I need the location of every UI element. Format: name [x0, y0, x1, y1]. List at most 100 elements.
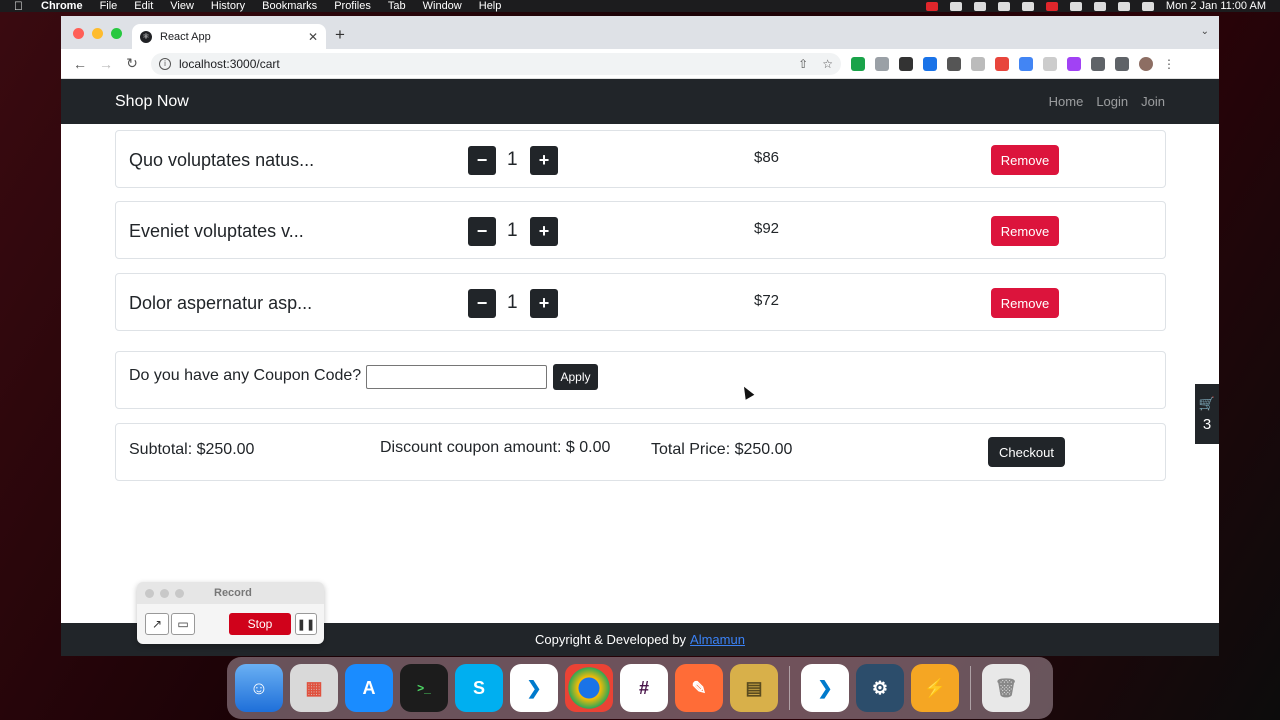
pause-icon[interactable]: ❚❚: [295, 613, 317, 635]
record-close-icon[interactable]: [145, 588, 154, 598]
fullscreen-window-icon[interactable]: [111, 28, 122, 39]
apply-coupon-button[interactable]: Apply: [553, 364, 598, 390]
vscode-icon[interactable]: ❯: [510, 664, 558, 712]
nav-link-login[interactable]: Login: [1096, 94, 1128, 109]
url-text[interactable]: localhost:3000/cart: [179, 57, 280, 71]
record-titlebar[interactable]: Record: [137, 582, 324, 604]
increase-quantity-button[interactable]: +: [530, 146, 558, 175]
remove-button[interactable]: Remove: [991, 145, 1059, 175]
menu-file[interactable]: File: [100, 0, 118, 12]
extension-f-icon[interactable]: [1019, 56, 1033, 71]
close-window-icon[interactable]: [73, 28, 84, 39]
skype-icon[interactable]: S: [455, 664, 503, 712]
archive-utility-icon[interactable]: ▤: [730, 664, 778, 712]
decrease-quantity-button[interactable]: −: [468, 217, 496, 246]
stop-recording-button[interactable]: Stop: [229, 613, 291, 635]
forward-icon[interactable]: →: [93, 56, 119, 72]
postman-icon[interactable]: ✎: [675, 664, 723, 712]
chrome-icon[interactable]: [565, 664, 613, 712]
arrow-tool-icon[interactable]: ↗: [145, 613, 169, 635]
extension-green-icon[interactable]: [851, 56, 865, 71]
extension-bangla-icon[interactable]: [899, 56, 913, 71]
react-favicon-icon: ⚛: [140, 30, 152, 43]
back-icon[interactable]: ←: [67, 56, 93, 72]
address-bar[interactable]: i localhost:3000/cart ⇧ ☆: [151, 52, 841, 75]
nav-link-join[interactable]: Join: [1141, 94, 1165, 109]
slack-icon[interactable]: #: [620, 664, 668, 712]
record-window-controls: [145, 588, 184, 598]
nav-link-home[interactable]: Home: [1049, 94, 1084, 109]
cart-item: Eveniet voluptates v... − 1 + $92 Remove: [115, 201, 1166, 259]
tab-close-icon[interactable]: ✕: [308, 30, 318, 44]
browser-tab[interactable]: ⚛ React App ✕: [132, 24, 326, 49]
side-panel-icon[interactable]: [1115, 56, 1129, 71]
extension-gear-icon[interactable]: [947, 56, 961, 71]
vscode-icon[interactable]: ❯: [801, 664, 849, 712]
bolt-icon[interactable]: [949, 1, 962, 11]
record-zoom-icon[interactable]: [175, 588, 184, 598]
share-icon[interactable]: ⇧: [798, 57, 808, 71]
reeder-icon[interactable]: ⚡: [911, 664, 959, 712]
site-info-icon[interactable]: i: [159, 57, 171, 70]
terminal-icon[interactable]: >_: [400, 664, 448, 712]
menu-window[interactable]: Window: [423, 0, 462, 12]
control-center-icon[interactable]: [1141, 1, 1154, 11]
extensions-area: ⋮: [851, 56, 1175, 71]
battery-icon[interactable]: [1045, 1, 1058, 11]
menu-edit[interactable]: Edit: [134, 0, 153, 12]
menu-view[interactable]: View: [170, 0, 194, 12]
volume-icon[interactable]: [1021, 1, 1034, 11]
coupon-code-input[interactable]: [366, 365, 547, 389]
minimize-window-icon[interactable]: [92, 28, 103, 39]
menu-profiles[interactable]: Profiles: [334, 0, 371, 12]
trash-icon[interactable]: 🗑: [982, 664, 1030, 712]
extension-red-icon[interactable]: [995, 56, 1009, 71]
extension-color-icon[interactable]: [1067, 56, 1081, 71]
cart-count-badge: 3: [1202, 415, 1212, 433]
coupon-label: Do you have any Coupon Code?: [129, 367, 362, 384]
kebab-menu-icon[interactable]: ⋮: [1163, 57, 1175, 71]
window-controls: [73, 28, 122, 39]
remove-button[interactable]: Remove: [991, 216, 1059, 246]
record-minimize-icon[interactable]: [160, 588, 169, 598]
finder-icon[interactable]: ☺: [235, 664, 283, 712]
rectangle-tool-icon[interactable]: ▭: [171, 613, 195, 635]
extension-camera-icon[interactable]: [875, 56, 889, 71]
menu-chrome[interactable]: Chrome: [41, 0, 83, 12]
spotlight-search-icon[interactable]: [1117, 1, 1130, 11]
brand-logo[interactable]: Shop Now: [115, 93, 189, 111]
extension-compass-icon[interactable]: [1043, 56, 1057, 71]
decrease-quantity-button[interactable]: −: [468, 146, 496, 175]
screen-mirror-icon[interactable]: [997, 1, 1010, 11]
clock-text[interactable]: Mon 2 Jan 11:00 AM: [1166, 0, 1266, 12]
menu-history[interactable]: History: [211, 0, 245, 12]
reload-icon[interactable]: ↻: [119, 55, 145, 72]
window-icon[interactable]: [973, 1, 986, 11]
remove-button[interactable]: Remove: [991, 288, 1059, 318]
extension-grey-icon[interactable]: [971, 56, 985, 71]
tab-search-chevron-icon[interactable]: ⌄: [1201, 26, 1209, 37]
floating-cart-button[interactable]: 🛒 3: [1195, 384, 1219, 444]
developer-link[interactable]: Almamun: [690, 632, 745, 647]
app-store-icon[interactable]: A: [345, 664, 393, 712]
product-price: $92: [754, 220, 780, 237]
menu-bookmarks[interactable]: Bookmarks: [262, 0, 317, 12]
menu-tab[interactable]: Tab: [388, 0, 406, 12]
recording-icon[interactable]: [925, 1, 938, 11]
wifi-icon[interactable]: [1093, 1, 1106, 11]
extension-blue-icon[interactable]: [923, 56, 937, 71]
menu-help[interactable]: Help: [479, 0, 502, 12]
checkout-button[interactable]: Checkout: [988, 437, 1065, 467]
extensions-puzzle-icon[interactable]: [1091, 56, 1105, 71]
mysql-workbench-icon[interactable]: ⚙: [856, 664, 904, 712]
launchpad-icon[interactable]: ▦: [290, 664, 338, 712]
nav-links: Home Login Join: [1049, 94, 1165, 109]
input-source-icon[interactable]: [1069, 1, 1082, 11]
bookmark-star-icon[interactable]: ☆: [822, 57, 833, 71]
new-tab-icon[interactable]: +: [335, 25, 345, 45]
increase-quantity-button[interactable]: +: [530, 217, 558, 246]
decrease-quantity-button[interactable]: −: [468, 289, 496, 318]
increase-quantity-button[interactable]: +: [530, 289, 558, 318]
product-name: Dolor aspernatur asp...: [129, 293, 313, 313]
profile-avatar[interactable]: [1139, 56, 1153, 71]
